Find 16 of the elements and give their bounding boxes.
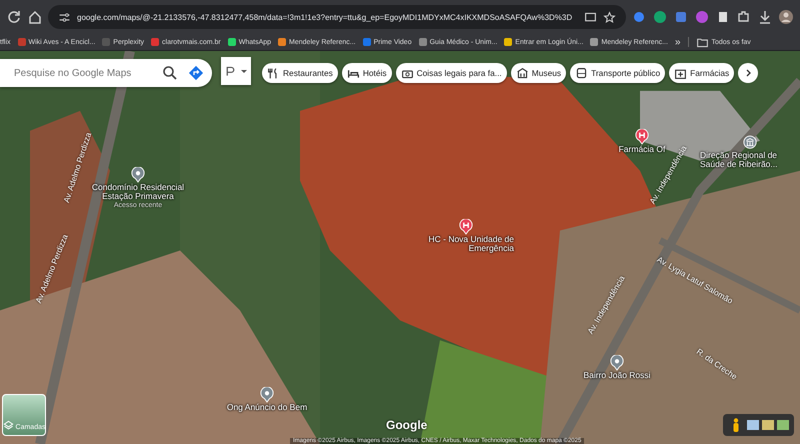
category-chip[interactable]: Coisas legais para fa... bbox=[396, 63, 507, 83]
category-chip[interactable]: Farmácias bbox=[669, 63, 734, 83]
place-label[interactable]: HC - Nova Unidade de Emergência bbox=[418, 235, 514, 254]
search-field[interactable]: Pesquise no Google Maps bbox=[0, 59, 212, 87]
place-label[interactable]: Bairro João Rossi bbox=[583, 371, 651, 380]
place-label[interactable]: Ong Anúncio do Bem bbox=[226, 403, 308, 412]
category-chip[interactable]: Restaurantes bbox=[262, 63, 338, 83]
category-chip[interactable]: Hotéis bbox=[342, 63, 392, 83]
address-bar[interactable]: google.com/maps/@-21.2133576,-47.8312477,458m/data=!3m1!1e3?entry=ttu&g_ep=EgoyMDI1MDYxMC4xIKXMDSoASAFQAw%3D%3D bbox=[48, 5, 626, 29]
category-chip[interactable]: Museus bbox=[510, 63, 566, 83]
place-label[interactable]: Condomínio Residencial Estação Primavera bbox=[88, 183, 188, 202]
search-input[interactable]: Pesquise no Google Maps bbox=[12, 66, 152, 80]
more-bookmarks-button[interactable]: » bbox=[674, 36, 680, 48]
category-chip[interactable]: Transporte público bbox=[570, 63, 666, 83]
google-logo: Google bbox=[386, 418, 428, 432]
url-text: google.com/maps/@-21.2133576,-47.8312477,458m/data=!3m1!1e3?entry=ttu&g_ep=EgoyMDI1MDYxMC4xIKXMDSoASAFQAw%3D%3D bbox=[77, 12, 574, 22]
